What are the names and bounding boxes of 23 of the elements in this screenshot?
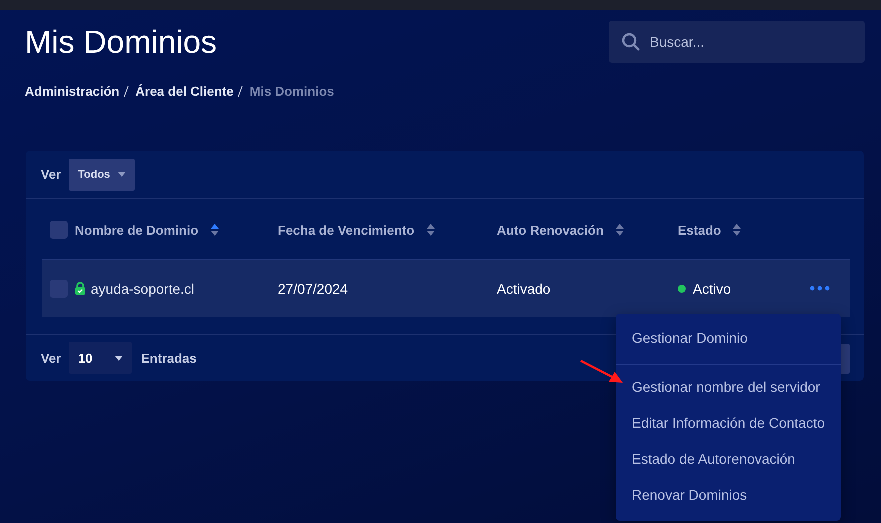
status-text: Activo — [693, 280, 732, 296]
entries-label: Entradas — [141, 350, 197, 366]
menu-item[interactable]: Editar Información de Contacto — [616, 405, 841, 441]
menu-item[interactable]: Renovar Dominios — [616, 477, 841, 513]
page-size-dropdown[interactable]: 10 — [69, 342, 132, 374]
column-header[interactable]: Auto Renovación — [497, 222, 604, 238]
table-row[interactable]: ayuda-soporte.cl 27/07/2024 Activado Activo — [42, 260, 850, 317]
page-size-label: Ver — [41, 350, 62, 366]
search-field[interactable]: Buscar... — [609, 21, 865, 63]
column-header[interactable]: Fecha de Vencimiento — [278, 222, 415, 238]
filter-label: Ver — [41, 167, 62, 182]
filter-dropdown[interactable]: Todos — [69, 158, 136, 190]
breadcrumb-link[interactable]: Área del Cliente — [136, 84, 234, 99]
column-header[interactable]: Estado — [678, 222, 722, 238]
page-title: Mis Dominios — [25, 24, 218, 60]
menu-item[interactable]: Gestionar nombre del servidor — [616, 369, 841, 405]
menu-item[interactable]: Estado de Autorenovación — [616, 441, 841, 477]
breadcrumb-link[interactable]: Administración — [25, 84, 120, 99]
menu-item[interactable]: Gestionar Dominio — [616, 320, 841, 365]
domain-name[interactable]: ayuda-soporte.cl — [91, 280, 195, 296]
expiry-date: 27/07/2024 — [278, 280, 348, 296]
auto-renew-status: Activado — [497, 280, 551, 296]
column-header[interactable]: Nombre de Dominio — [75, 222, 199, 238]
